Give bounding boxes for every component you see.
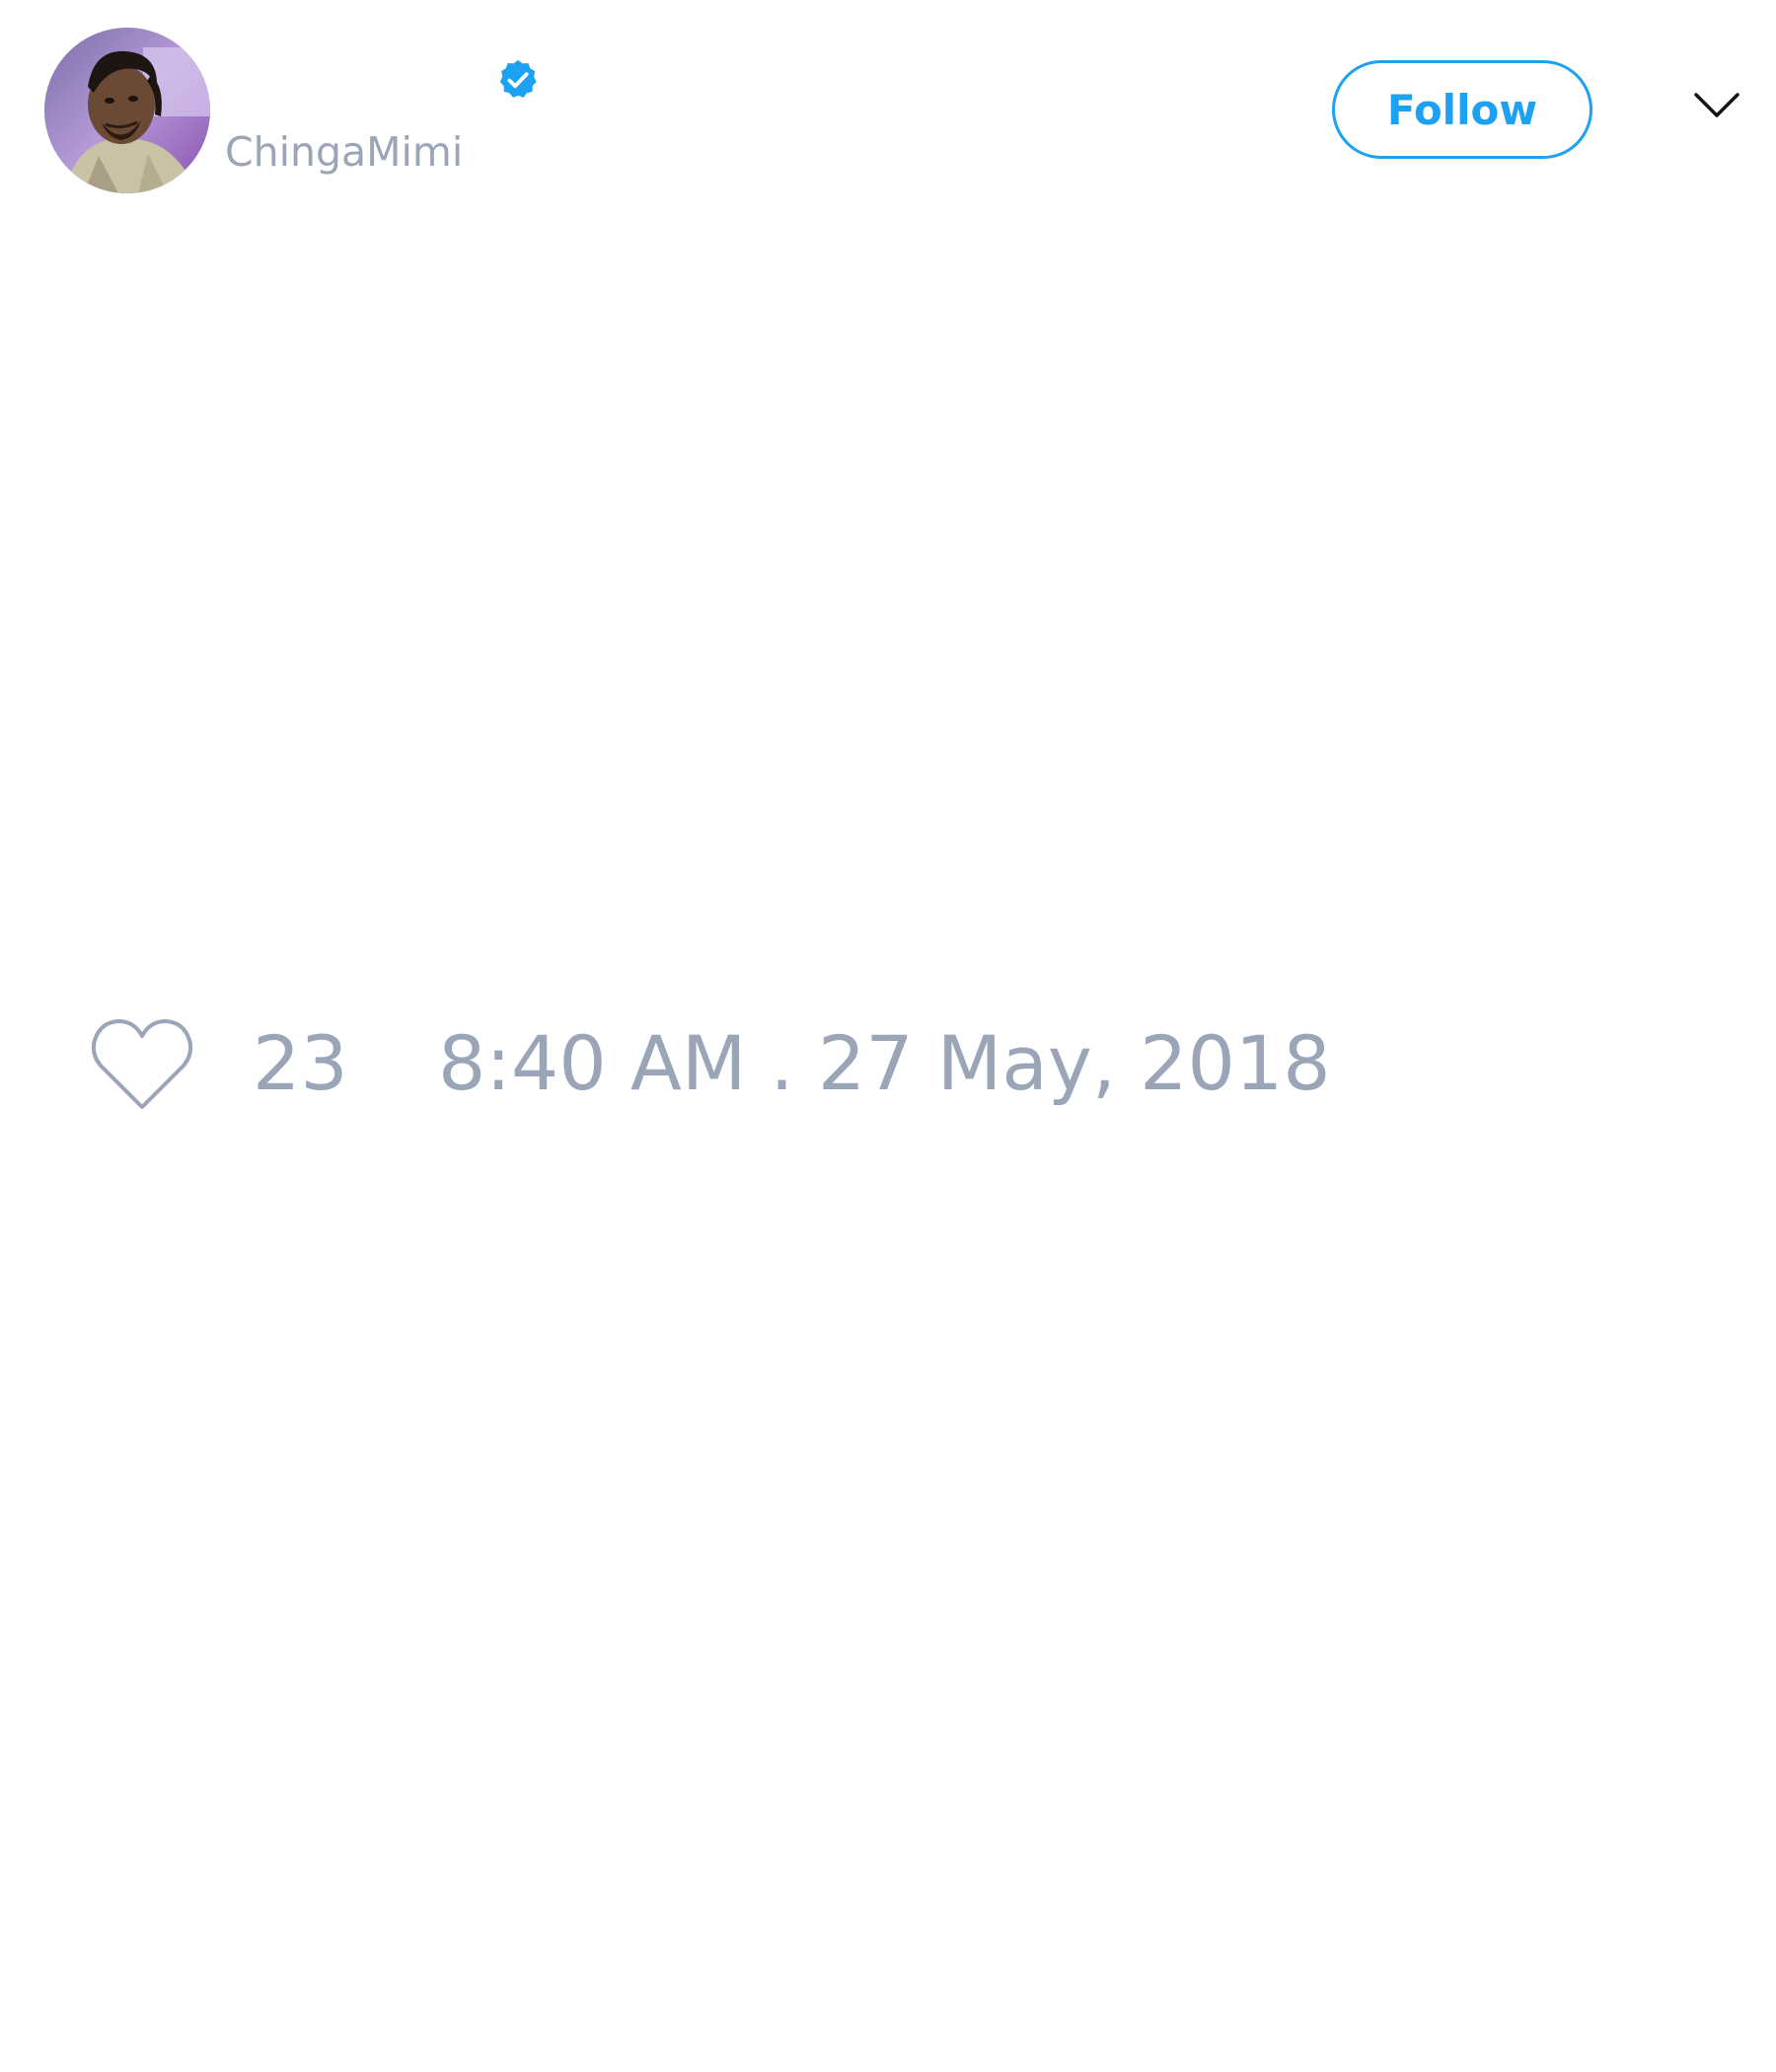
- tweet-footer: 23 8:40 AM . 27 May, 2018: [0, 1006, 1776, 1135]
- avatar[interactable]: [44, 28, 210, 193]
- avatar-image: [44, 28, 210, 193]
- follow-button[interactable]: Follow: [1332, 60, 1592, 159]
- tweet-timestamp[interactable]: 8:40 AM . 27 May, 2018: [438, 1016, 1331, 1111]
- verified-badge-icon: [495, 57, 541, 103]
- heart-icon[interactable]: [89, 1016, 195, 1113]
- chevron-down-icon[interactable]: [1693, 91, 1740, 120]
- tweet-card: ChingaMimi Follow 23 8:40 AM . 27 May, 2…: [0, 0, 1776, 2072]
- like-count: 23: [253, 1019, 348, 1107]
- username[interactable]: ChingaMimi: [225, 128, 463, 176]
